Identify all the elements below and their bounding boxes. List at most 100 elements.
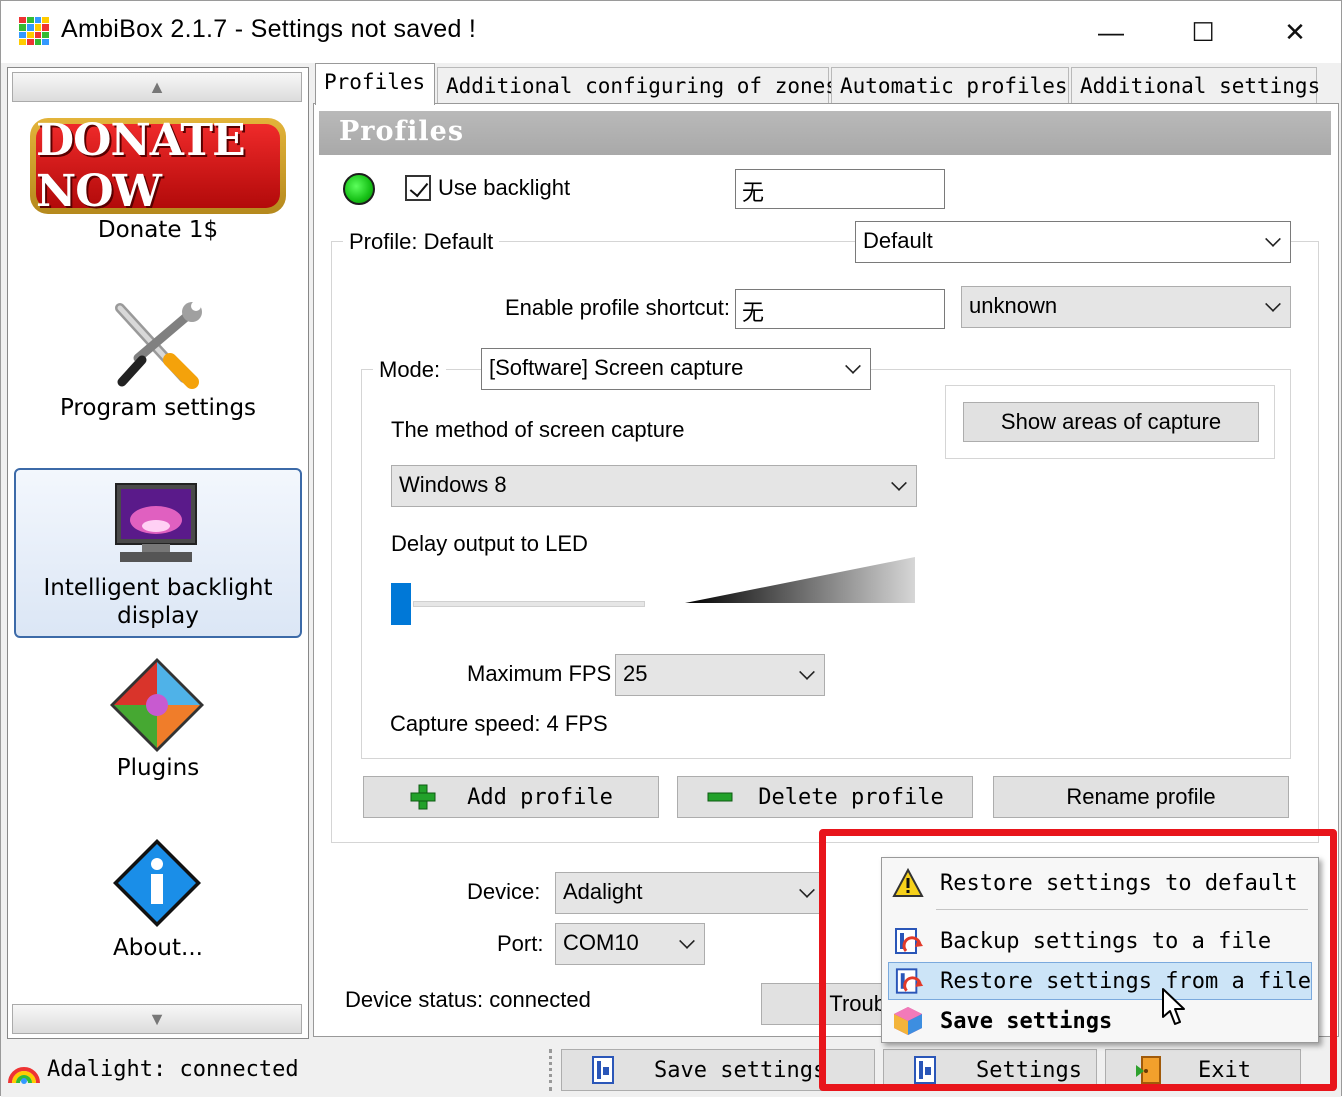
- settings-button[interactable]: Settings: [883, 1049, 1097, 1091]
- sidebar-item-label: Plugins: [116, 755, 200, 781]
- sidebar: ▲ DONATE NOW Donate 1$ Program settings: [7, 67, 309, 1039]
- rainbow-status-icon: [8, 1067, 40, 1084]
- chevron-down-icon: [845, 358, 861, 374]
- minus-icon: [707, 792, 733, 802]
- maximize-button[interactable]: ☐: [1157, 1, 1249, 63]
- mode-select[interactable]: [Software] Screen capture: [481, 348, 871, 390]
- connection-status-text: Adalight: connected: [47, 1057, 299, 1082]
- save-settings-button[interactable]: Save settings: [561, 1049, 875, 1091]
- tools-icon: [115, 301, 202, 389]
- delay-ramp-graphic: [685, 557, 915, 603]
- sidebar-scroll-up-button[interactable]: ▲: [12, 72, 302, 102]
- menu-item-restore-from-file[interactable]: Restore settings from a file: [888, 962, 1312, 1000]
- delete-profile-button[interactable]: Delete profile: [677, 776, 973, 818]
- sidebar-item-program-settings[interactable]: Program settings: [8, 294, 308, 424]
- exit-button[interactable]: Exit: [1105, 1049, 1301, 1091]
- tab-profiles[interactable]: Profiles: [315, 63, 435, 105]
- donate-now-text: DONATE NOW: [36, 115, 280, 217]
- device-select[interactable]: Adalight: [555, 872, 825, 914]
- restore-file-icon: [895, 968, 924, 994]
- port-select-value: COM10: [563, 930, 639, 955]
- port-label: Port:: [497, 931, 544, 956]
- menu-item-save-settings[interactable]: Save settings: [888, 1002, 1312, 1040]
- tab-additional-configuring-zones[interactable]: Additional configuring of zones: [437, 67, 838, 103]
- backlight-status-indicator: [343, 173, 375, 205]
- warning-icon: [892, 867, 924, 897]
- menu-item-backup-settings[interactable]: Backup settings to a file: [888, 922, 1312, 960]
- minimize-button[interactable]: —: [1065, 1, 1157, 63]
- capture-method-select-value: Windows 8: [399, 472, 507, 497]
- profile-select[interactable]: Default: [855, 221, 1291, 263]
- use-backlight-label: Use backlight: [438, 175, 571, 200]
- donate-now-badge[interactable]: DONATE NOW: [30, 115, 286, 217]
- puzzle-icon: [110, 658, 204, 752]
- close-button[interactable]: ✕: [1249, 1, 1341, 63]
- profile-group-label: Profile: Default: [343, 229, 500, 255]
- max-fps-select[interactable]: 25: [615, 654, 825, 696]
- settings-document-icon: [914, 1056, 936, 1084]
- chevron-down-icon: [679, 933, 695, 949]
- backlight-hotkey-input[interactable]: 无: [735, 169, 945, 209]
- show-areas-of-capture-button[interactable]: Show areas of capture: [963, 402, 1259, 442]
- settings-context-menu: Restore settings to default Backup setti…: [881, 857, 1319, 1043]
- capture-method-select[interactable]: Windows 8: [391, 465, 917, 507]
- sidebar-item-label: Program settings: [59, 395, 257, 421]
- device-label: Device:: [467, 879, 541, 904]
- troubleshoot-button[interactable]: Troub: [761, 983, 891, 1025]
- max-fps-select-value: 25: [623, 661, 648, 686]
- device-select-value: Adalight: [563, 879, 643, 904]
- shortcut-label: Enable profile shortcut:: [505, 295, 731, 320]
- delay-slider-thumb[interactable]: [391, 583, 411, 625]
- profile-shortcut-input[interactable]: 无: [735, 289, 945, 329]
- sidebar-item-intelligent-backlight[interactable]: Intelligent backlight display: [14, 468, 302, 638]
- save-cube-icon: [894, 1007, 922, 1035]
- mouse-cursor-icon: [1162, 988, 1185, 1025]
- mode-label: Mode:: [373, 357, 447, 383]
- menu-item-restore-default[interactable]: Restore settings to default: [888, 864, 1312, 902]
- menu-item-label: Backup settings to a file: [940, 928, 1272, 954]
- device-status-text: Device status: connected: [345, 987, 591, 1012]
- info-icon: [113, 839, 201, 927]
- status-divider: [549, 1049, 552, 1091]
- port-select[interactable]: COM10: [555, 923, 705, 965]
- chevron-down-icon: [799, 882, 815, 898]
- save-document-icon: [592, 1056, 614, 1084]
- shortcut-key-select-value: unknown: [969, 293, 1058, 318]
- panel-header: Profiles: [319, 111, 1331, 155]
- sidebar-item-label: Intelligent backlight display: [43, 575, 273, 629]
- menu-item-label: Save settings: [940, 1008, 1113, 1034]
- menu-item-label: Restore settings from a file: [940, 968, 1311, 994]
- monitor-icon: [115, 483, 197, 562]
- chevron-down-icon: [799, 664, 815, 680]
- app-window: AmbiBox 2.1.7 - Settings not saved ! — ☐…: [0, 0, 1342, 1097]
- capture-speed-text: Capture speed: 4 FPS: [390, 711, 608, 736]
- sidebar-item-about[interactable]: About...: [8, 834, 308, 964]
- donate-label[interactable]: Donate 1$: [8, 216, 308, 244]
- title-bar: AmbiBox 2.1.7 - Settings not saved ! — ☐…: [1, 1, 1341, 63]
- mode-select-value: [Software] Screen capture: [489, 355, 744, 380]
- shortcut-key-select[interactable]: unknown: [961, 286, 1291, 328]
- ambibox-app-icon: [19, 17, 49, 45]
- capture-method-label: The method of screen capture: [391, 417, 685, 442]
- sidebar-scroll-down-button[interactable]: ▼: [12, 1004, 302, 1034]
- add-profile-label: Add profile: [467, 784, 613, 810]
- window-title: AmbiBox 2.1.7 - Settings not saved !: [61, 15, 477, 43]
- delay-slider-track[interactable]: [413, 601, 645, 607]
- sidebar-item-label: About...: [113, 935, 203, 961]
- menu-item-label: Restore settings to default: [940, 870, 1298, 896]
- use-backlight-checkbox[interactable]: [405, 175, 431, 201]
- tab-automatic-profiles[interactable]: Automatic profiles: [831, 67, 1069, 103]
- plus-icon: [410, 784, 436, 810]
- exit-label: Exit: [1198, 1057, 1251, 1083]
- max-fps-label: Maximum FPS: [467, 661, 612, 686]
- add-profile-button[interactable]: Add profile: [363, 776, 659, 818]
- profile-select-value: Default: [863, 228, 933, 253]
- settings-label: Settings: [976, 1057, 1082, 1083]
- tab-additional-settings[interactable]: Additional settings: [1071, 67, 1320, 103]
- delay-output-label: Delay output to LED: [391, 531, 588, 556]
- chevron-down-icon: [1265, 296, 1281, 312]
- rename-profile-button[interactable]: Rename profile: [993, 776, 1289, 818]
- sidebar-item-plugins[interactable]: Plugins: [8, 652, 308, 782]
- chevron-down-icon: [1265, 231, 1281, 247]
- backup-icon: [895, 928, 923, 954]
